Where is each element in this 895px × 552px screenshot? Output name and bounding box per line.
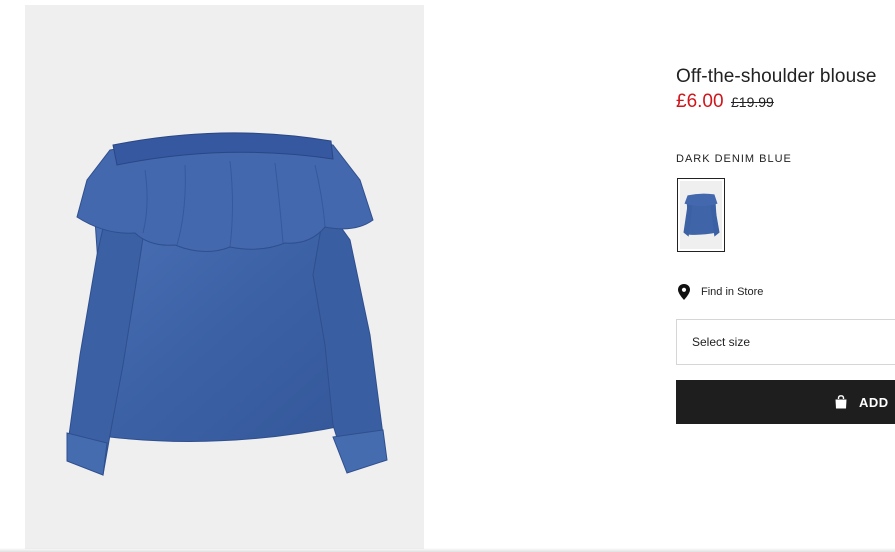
find-in-store-label: Find in Store [701, 286, 764, 298]
location-pin-icon [678, 284, 690, 300]
color-swatch-dark-denim-blue[interactable] [677, 178, 725, 252]
size-select-placeholder: Select size [692, 335, 751, 349]
add-button-label: ADD [859, 395, 889, 410]
price-row: £6.00 £19.99 [676, 91, 774, 113]
original-price: £19.99 [731, 94, 774, 110]
denim-blouse-illustration [66, 132, 388, 476]
add-to-bag-button[interactable]: ADD [676, 380, 895, 424]
color-name: DARK DENIM BLUE [676, 153, 792, 165]
swatch-blouse-thumbnail [683, 193, 720, 237]
page-bottom-shadow [0, 548, 895, 552]
size-select[interactable]: Select size [676, 319, 895, 365]
find-in-store-link[interactable]: Find in Store [676, 284, 763, 300]
product-image[interactable] [25, 5, 424, 549]
product-title: Off-the-shoulder blouse [676, 66, 877, 87]
shopping-bag-icon [835, 395, 847, 409]
swatch-thumbnail [680, 181, 722, 249]
sale-price: £6.00 [676, 91, 724, 112]
product-info-panel: Off-the-shoulder blouse £6.00 £19.99 DAR… [676, 0, 895, 552]
